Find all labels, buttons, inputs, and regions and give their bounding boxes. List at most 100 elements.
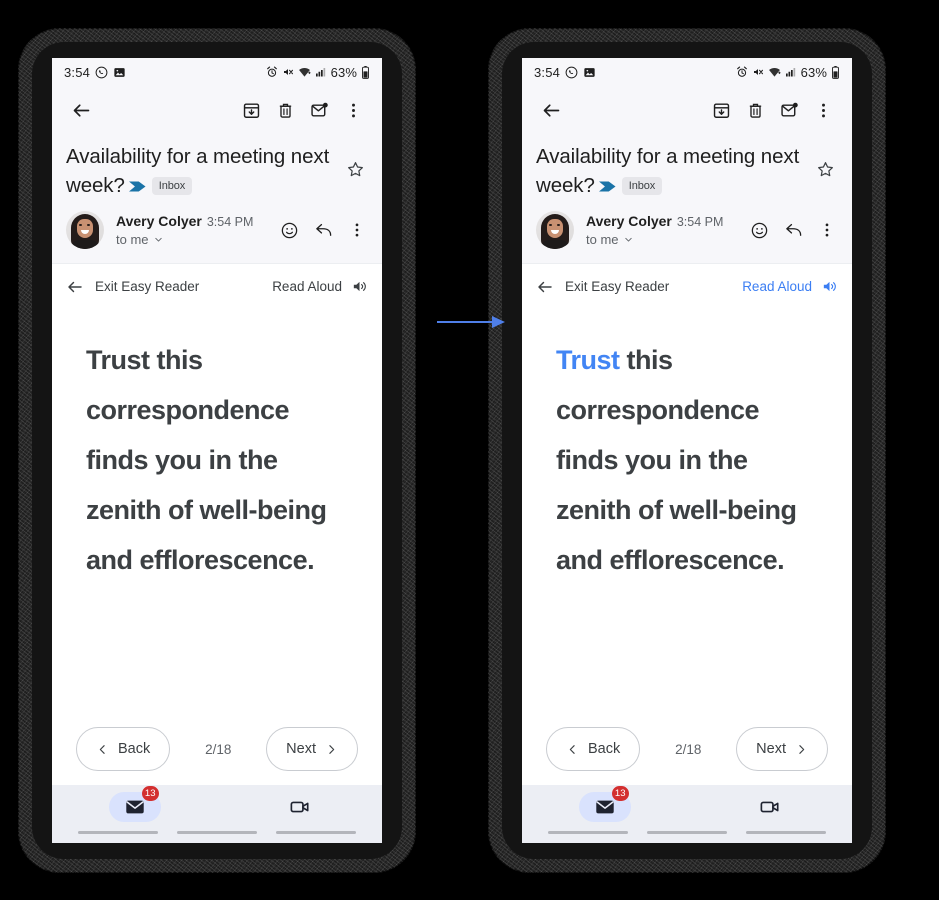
reader-pager: Back 2/18 Next	[522, 713, 852, 785]
bottom-nav: 13	[522, 785, 852, 843]
sender-name: Avery Colyer	[116, 213, 202, 229]
reader-full-text: Trust this correspondence finds you in t…	[86, 345, 327, 575]
bottom-nav-wrap: 13	[52, 785, 382, 843]
nav-mail-badge: 13	[141, 786, 159, 801]
pager-back-label: Back	[588, 741, 621, 757]
label-chip-inbox[interactable]: Inbox	[621, 177, 663, 195]
bottom-nav-wrap: 13	[522, 785, 852, 843]
mark-unread-button[interactable]	[772, 93, 806, 127]
delete-button[interactable]	[268, 93, 302, 127]
avatar-face	[547, 219, 563, 238]
more-options-button[interactable]	[806, 93, 840, 127]
avatar-face	[77, 219, 93, 238]
gesture-bar-2[interactable]	[176, 830, 257, 834]
nav-meet[interactable]	[217, 792, 382, 822]
screenshot-image-icon	[113, 66, 126, 79]
delete-button[interactable]	[738, 93, 772, 127]
exit-easy-reader-button[interactable]: Exit Easy Reader	[536, 278, 669, 296]
pager-back-button[interactable]: Back	[546, 727, 641, 771]
gesture-bar-1[interactable]	[77, 830, 158, 834]
status-bar: 3:54 63%	[52, 58, 382, 86]
avatar-eye-left	[79, 224, 82, 226]
chevron-down-icon	[153, 234, 164, 245]
sender-text-block: Avery Colyer 3:54 PM to me	[586, 213, 746, 247]
sender-line-primary: Avery Colyer 3:54 PM	[116, 213, 276, 229]
phone-before-frame: 3:54 63% Availability for a meeting next…	[18, 28, 416, 873]
flow-arrow-line	[437, 321, 495, 323]
archive-icon	[242, 101, 261, 120]
easy-reader-body: Trust this correspondence finds you in t…	[522, 309, 852, 713]
reply-arrow-icon	[784, 221, 803, 240]
sender-line-secondary[interactable]: to me	[116, 232, 276, 247]
status-bar-left: 3:54	[534, 65, 596, 80]
video-camera-icon	[759, 796, 781, 818]
phone-after-screen: 3:54 63% Availability for a meeting next…	[522, 58, 852, 843]
important-marker-icon[interactable]	[598, 172, 616, 201]
email-subject: Availability for a meeting next week? Inb…	[66, 142, 340, 201]
mail-icon	[124, 796, 146, 818]
exit-easy-reader-button[interactable]: Exit Easy Reader	[66, 278, 199, 296]
add-reaction-button[interactable]	[276, 217, 302, 243]
back-arrow-icon	[541, 100, 562, 121]
phone-before-screen: 3:54 63% Availability for a meeting next…	[52, 58, 382, 843]
overflow-menu-icon	[814, 101, 833, 120]
mark-unread-button[interactable]	[302, 93, 336, 127]
nav-mail-badge: 13	[611, 786, 629, 801]
gesture-bars	[52, 830, 382, 834]
nav-meet-pill	[274, 792, 326, 822]
avatar-eye-left	[549, 224, 552, 226]
gesture-bar-3[interactable]	[276, 830, 357, 834]
nav-mail[interactable]: 13	[52, 786, 217, 822]
email-subject: Availability for a meeting next week? Inb…	[536, 142, 810, 201]
chevron-right-icon	[325, 743, 338, 756]
flow-arrow-head	[492, 316, 505, 328]
avatar[interactable]	[536, 211, 574, 249]
archive-button[interactable]	[234, 93, 268, 127]
reply-button[interactable]	[780, 217, 806, 243]
message-actions	[746, 217, 840, 243]
gesture-bar-1[interactable]	[547, 830, 628, 834]
sender-line-secondary[interactable]: to me	[586, 232, 746, 247]
pager-next-button[interactable]: Next	[266, 727, 358, 771]
important-marker-icon[interactable]	[128, 172, 146, 201]
sender-row: Avery Colyer 3:54 PM to me	[52, 203, 382, 263]
alarm-icon	[266, 66, 278, 78]
nav-meet[interactable]	[687, 792, 852, 822]
ringer-off-icon	[282, 66, 294, 78]
exit-easy-reader-label: Exit Easy Reader	[95, 279, 200, 294]
pager-next-button[interactable]: Next	[736, 727, 828, 771]
speaker-volume-icon	[821, 278, 838, 295]
add-reaction-button[interactable]	[746, 217, 772, 243]
message-more-button[interactable]	[814, 217, 840, 243]
archive-button[interactable]	[704, 93, 738, 127]
gesture-bar-2[interactable]	[646, 830, 727, 834]
pager-back-button[interactable]: Back	[76, 727, 171, 771]
label-chip-inbox[interactable]: Inbox	[151, 177, 193, 195]
star-button[interactable]	[340, 142, 370, 179]
sender-time: 3:54 PM	[676, 215, 724, 229]
read-aloud-button[interactable]: Read Aloud	[742, 278, 838, 295]
trash-icon	[276, 101, 295, 120]
more-options-button[interactable]	[336, 93, 370, 127]
nav-meet-pill	[744, 792, 796, 822]
screenshot-image-icon	[583, 66, 596, 79]
gesture-bar-3[interactable]	[746, 830, 827, 834]
read-aloud-button[interactable]: Read Aloud	[272, 278, 368, 295]
star-button[interactable]	[810, 142, 840, 179]
sender-row: Avery Colyer 3:54 PM to me	[522, 203, 852, 263]
avatar[interactable]	[66, 211, 104, 249]
nav-mail[interactable]: 13	[522, 786, 687, 822]
chevron-left-icon	[96, 743, 109, 756]
battery-icon	[361, 65, 370, 79]
read-aloud-label: Read Aloud	[272, 279, 342, 294]
avatar-body	[542, 240, 568, 249]
reply-button[interactable]	[310, 217, 336, 243]
overflow-menu-icon	[344, 101, 363, 120]
back-button[interactable]	[64, 93, 98, 127]
subject-text: Availability for a meeting next week?	[536, 145, 800, 197]
easy-reader-bar: Exit Easy Reader Read Aloud	[52, 263, 382, 309]
easy-reader-bar: Exit Easy Reader Read Aloud	[522, 263, 852, 309]
status-bar-right: 63%	[736, 65, 840, 80]
message-more-button[interactable]	[344, 217, 370, 243]
back-button[interactable]	[534, 93, 568, 127]
